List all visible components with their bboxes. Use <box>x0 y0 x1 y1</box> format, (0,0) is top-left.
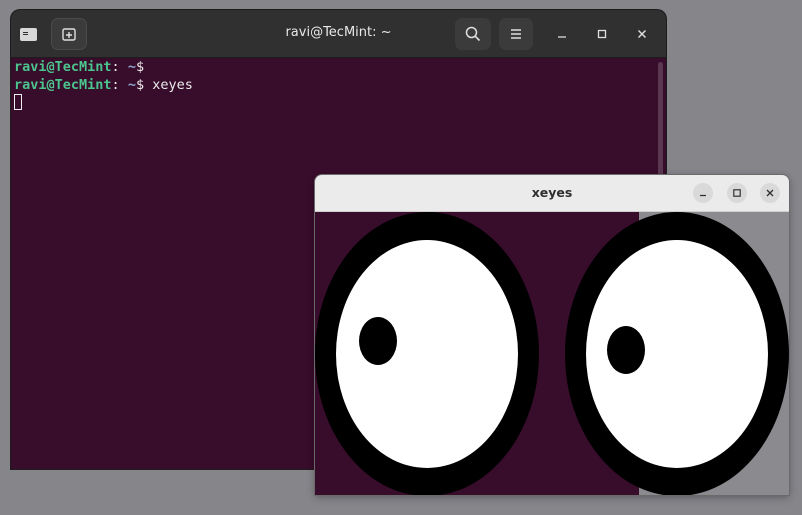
close-icon <box>766 189 774 197</box>
maximize-icon <box>733 189 741 197</box>
left-pupil <box>359 317 397 365</box>
maximize-icon <box>597 29 607 39</box>
xeyes-canvas[interactable] <box>315 212 789 495</box>
terminal-close-button[interactable] <box>631 23 653 45</box>
terminal-line: ravi@TecMint: ~$ xeyes <box>14 77 193 95</box>
xeyes-title: xeyes <box>531 185 573 200</box>
menu-button[interactable] <box>499 18 533 50</box>
minimize-icon <box>700 194 706 197</box>
prompt-symbol: $ <box>135 76 145 93</box>
xeyes-header-bar[interactable]: xeyes <box>315 175 789 212</box>
terminal-maximize-button[interactable] <box>591 23 613 45</box>
prompt-user: ravi@TecMint <box>14 59 112 75</box>
prompt-separator: : <box>111 76 120 93</box>
text-cursor <box>14 94 22 110</box>
prompt-symbol: $ <box>135 59 145 75</box>
terminal-minimize-button[interactable] <box>551 23 573 45</box>
hamburger-menu-icon <box>511 29 521 39</box>
terminal-line: ravi@TecMint: ~$ <box>14 59 193 77</box>
minimize-icon <box>558 36 566 38</box>
right-pupil <box>607 326 645 374</box>
terminal-line <box>14 94 193 113</box>
prompt-directory: ~ <box>119 76 136 93</box>
terminal-header-bar[interactable]: ravi@TecMint: ~ <box>11 10 666 58</box>
prompt-user: ravi@TecMint <box>14 76 112 93</box>
xeyes-window[interactable]: xeyes <box>315 175 789 495</box>
terminal-output[interactable]: ravi@TecMint: ~$ ravi@TecMint: ~$ xeyes <box>14 59 193 113</box>
search-button[interactable] <box>455 18 491 50</box>
search-icon <box>465 26 481 42</box>
close-icon <box>638 30 646 38</box>
prompt-directory: ~ <box>119 59 136 75</box>
xeyes-close-button[interactable] <box>760 183 780 203</box>
xeyes-minimize-button[interactable] <box>693 183 713 203</box>
xeyes-maximize-button[interactable] <box>727 183 747 203</box>
command-text: xeyes <box>144 76 193 93</box>
prompt-separator: : <box>111 59 120 75</box>
